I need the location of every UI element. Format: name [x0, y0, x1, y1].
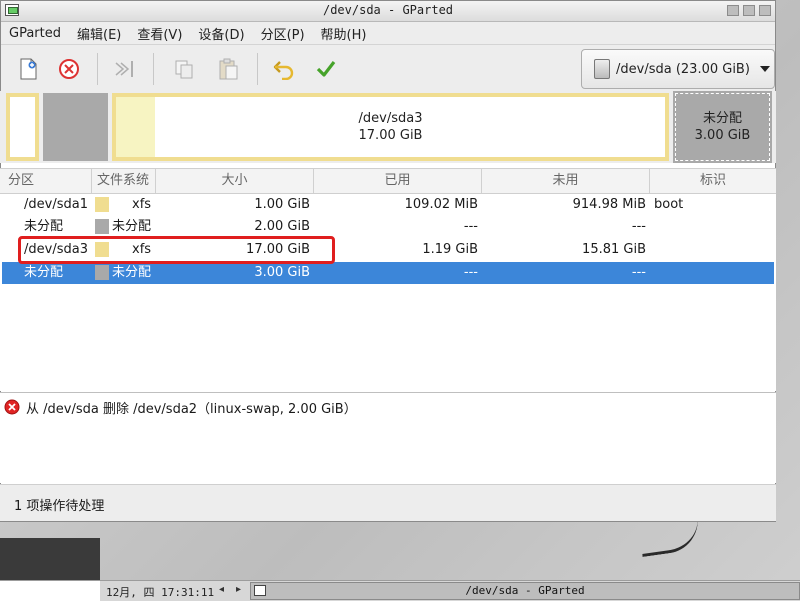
cell-flags: boot: [654, 197, 684, 212]
partition-map-sda3[interactable]: /dev/sda3 17.00 GiB: [112, 93, 669, 161]
menu-partition[interactable]: 分区(P): [261, 24, 305, 43]
partition-map-unallocated-label: 未分配 3.00 GiB: [676, 110, 769, 144]
cell-used: 1.19 GiB: [422, 242, 478, 257]
cell-size: 2.00 GiB: [254, 219, 310, 234]
column-size[interactable]: 大小: [156, 169, 314, 193]
partition-map-sda1[interactable]: [6, 93, 39, 161]
column-used[interactable]: 已用: [314, 169, 482, 193]
window-title: /dev/sda - GParted: [322, 3, 454, 17]
partition-table: 分区 文件系统 大小 已用 未用 标识 /dev/sda1 xfs 1.00 G…: [0, 168, 776, 391]
partition-map-unallocated-1[interactable]: [43, 93, 108, 161]
highlight-annotation: [18, 236, 335, 264]
menu-edit[interactable]: 编辑(E): [77, 24, 121, 43]
new-partition-button[interactable]: [15, 56, 41, 82]
partition-map: /dev/sda3 17.00 GiB 未分配 3.00 GiB: [0, 91, 776, 163]
cell-partition: 未分配: [24, 265, 64, 280]
column-unused[interactable]: 未用: [482, 169, 650, 193]
sda3-name: /dev/sda3: [358, 111, 423, 126]
paste-button[interactable]: [215, 56, 241, 82]
menu-help[interactable]: 帮助(H): [321, 24, 367, 43]
dropdown-arrow-icon: [759, 66, 770, 72]
menu-gparted[interactable]: GParted: [9, 26, 61, 41]
delete-button[interactable]: [56, 56, 82, 82]
minimize-button[interactable]: [727, 5, 739, 16]
apply-button[interactable]: [313, 56, 339, 82]
cell-used: ---: [463, 219, 478, 234]
taskbar-window-button[interactable]: /dev/sda - GParted: [250, 582, 800, 600]
window-buttons: [727, 5, 771, 16]
disk-icon: [594, 59, 610, 79]
cell-used: 109.02 MiB: [404, 197, 478, 212]
column-flags[interactable]: 标识: [650, 169, 776, 193]
menu-bar: GParted 编辑(E) 查看(V) 设备(D) 分区(P) 帮助(H): [1, 22, 775, 45]
cell-unused: 15.81 GiB: [582, 242, 646, 257]
toolbar: /dev/sda (23.00 GiB): [1, 45, 775, 95]
undo-icon: [273, 61, 294, 80]
toolbar-separator: [257, 53, 258, 85]
delete-icon: [59, 59, 79, 79]
filesystem-color-swatch: [95, 219, 109, 234]
cell-partition: /dev/sda1: [24, 197, 88, 212]
table-row-selected[interactable]: 未分配 未分配 3.00 GiB --- ---: [2, 262, 774, 284]
pending-count: 1 项操作待处理: [14, 499, 105, 514]
unalloc-name: 未分配: [702, 111, 742, 126]
taskbar-next-icon[interactable]: ▸: [236, 584, 241, 595]
taskbar-clock: 12月, 四 17:31:11: [106, 586, 215, 599]
menu-view[interactable]: 查看(V): [137, 24, 182, 43]
pending-operations-list: 从 /dev/sda 删除 /dev/sda2（linux-swap, 2.00…: [0, 392, 776, 483]
column-partition[interactable]: 分区: [0, 169, 92, 193]
title-bar[interactable]: /dev/sda - GParted: [1, 1, 775, 22]
cell-filesystem: xfs: [132, 197, 152, 212]
copy-button[interactable]: [171, 56, 197, 82]
toolbar-separator: [153, 53, 154, 85]
cell-partition: 未分配: [24, 219, 64, 234]
menu-device[interactable]: 设备(D): [198, 24, 244, 43]
taskbar-panel: [0, 581, 100, 601]
partition-map-sda3-label: /dev/sda3 17.00 GiB: [116, 110, 665, 144]
status-bar: 1 项操作待处理: [0, 484, 776, 521]
cell-size: 1.00 GiB: [254, 197, 310, 212]
operation-item[interactable]: 从 /dev/sda 删除 /dev/sda2（linux-swap, 2.00…: [4, 397, 357, 417]
device-selector[interactable]: /dev/sda (23.00 GiB): [581, 49, 775, 89]
table-row[interactable]: /dev/sda1 xfs 1.00 GiB 109.02 MiB 914.98…: [2, 194, 774, 216]
cell-unused: 914.98 MiB: [572, 197, 646, 212]
maximize-button[interactable]: [743, 5, 755, 16]
cell-filesystem: 未分配: [112, 265, 152, 280]
cell-unused: ---: [631, 219, 646, 234]
paste-icon: [219, 58, 238, 80]
copy-icon: [175, 60, 193, 79]
device-label: /dev/sda (23.00 GiB): [616, 61, 750, 77]
resize-move-icon: [115, 61, 133, 77]
filesystem-color-swatch: [95, 265, 109, 280]
operation-text: 从 /dev/sda 删除 /dev/sda2（linux-swap, 2.00…: [26, 401, 357, 417]
cell-size: 3.00 GiB: [254, 265, 310, 280]
unalloc-size: 3.00 GiB: [694, 128, 751, 143]
cell-used: ---: [463, 265, 478, 280]
table-header: 分区 文件系统 大小 已用 未用 标识: [0, 169, 776, 194]
delete-operation-icon: [4, 399, 20, 415]
column-filesystem[interactable]: 文件系统: [92, 169, 156, 193]
new-partition-icon: [20, 58, 37, 80]
partition-map-unallocated-2[interactable]: 未分配 3.00 GiB: [673, 91, 772, 163]
taskbar-window-title: /dev/sda - GParted: [465, 584, 585, 597]
cell-filesystem: 未分配: [112, 219, 152, 234]
taskbar-prev-icon[interactable]: ◂: [219, 584, 224, 595]
filesystem-color-swatch: [95, 197, 109, 212]
sda3-size: 17.00 GiB: [358, 128, 423, 143]
taskbar: 12月, 四 17:31:11 ◂ ▸ /dev/sda - GParted: [0, 580, 800, 601]
table-row[interactable]: 未分配 未分配 2.00 GiB --- ---: [2, 216, 774, 238]
undo-button[interactable]: [271, 56, 297, 82]
toolbar-separator: [97, 53, 98, 85]
apply-icon: [316, 61, 336, 77]
close-button[interactable]: [759, 5, 771, 16]
resize-move-button[interactable]: [112, 56, 138, 82]
cell-unused: ---: [631, 265, 646, 280]
